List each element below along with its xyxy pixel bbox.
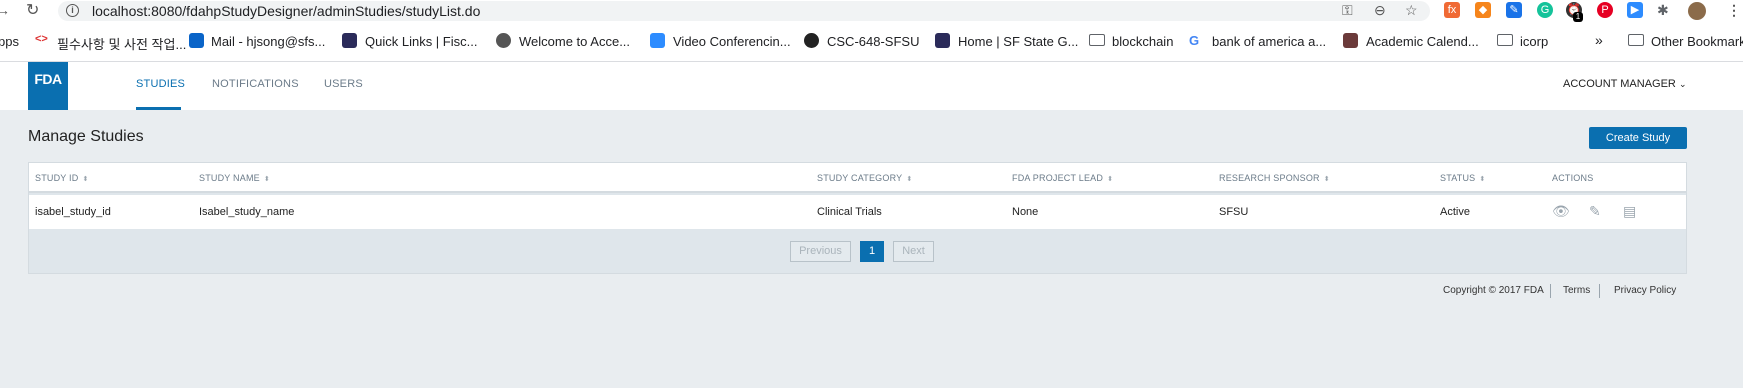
chevron-down-icon: ⌄ — [1678, 79, 1687, 89]
bookmark-folder[interactable]: icorp — [1520, 34, 1548, 49]
column-header-actions: ACTIONS — [1552, 173, 1594, 183]
cell-fda-project-lead: None — [1012, 206, 1039, 218]
bookmark-item[interactable]: Home | SF State G... — [958, 34, 1078, 49]
column-label: STUDY ID — [35, 173, 79, 183]
account-manager-label: ACCOUNT MANAGER — [1563, 78, 1676, 90]
column-header-status[interactable]: STATUS ⬍ — [1440, 173, 1485, 183]
google-icon: G — [1189, 33, 1200, 48]
sfsu-seal-icon — [935, 33, 950, 48]
sfsu-seal-icon — [342, 33, 357, 48]
bookmark-item[interactable]: bank of america a... — [1212, 34, 1326, 49]
url-text: localhost:8080/fdahpStudyDesigner/adminS… — [92, 3, 481, 19]
account-manager-menu[interactable]: ACCOUNT MANAGER ⌄ — [1563, 78, 1686, 90]
zoom-video-icon[interactable]: ▶ — [1627, 2, 1643, 18]
other-bookmarks-folder[interactable]: Other Bookmark — [1651, 34, 1743, 49]
create-study-button[interactable]: Create Study — [1589, 127, 1687, 149]
address-bar[interactable]: i localhost:8080/fdahpStudyDesigner/admi… — [58, 1, 1430, 21]
cell-study-category: Clinical Trials — [817, 206, 882, 218]
edit-pencil-icon[interactable]: ✎ — [1589, 203, 1601, 220]
bookmark-item[interactable]: Academic Calend... — [1366, 34, 1479, 49]
pinterest-icon[interactable]: P — [1597, 2, 1613, 18]
column-label: FDA PROJECT LEAD — [1012, 173, 1104, 183]
column-header-fda-project-lead[interactable]: FDA PROJECT LEAD ⬍ — [1012, 173, 1113, 183]
sort-icon: ⬍ — [906, 176, 913, 183]
nav-tab-notifications[interactable]: NOTIFICATIONS — [212, 78, 299, 90]
pagination-page-1[interactable]: 1 — [860, 241, 884, 262]
column-header-research-sponsor[interactable]: RESEARCH SPONSOR ⬍ — [1219, 173, 1330, 183]
column-header-study-id[interactable]: STUDY ID ⬍ — [35, 173, 89, 183]
bookmark-item[interactable]: 필수사항 및 사전 작업... — [57, 34, 186, 53]
sort-icon: ⬍ — [263, 176, 270, 183]
folder-icon — [1628, 34, 1644, 46]
column-label: STUDY CATEGORY — [817, 173, 903, 183]
bookmarks-overflow-chevron[interactable]: » — [1595, 32, 1603, 48]
bookmark-item[interactable]: Mail - hjsong@sfs... — [211, 34, 325, 49]
calendar-site-icon — [1343, 33, 1358, 48]
bookmark-item[interactable]: CSC-648-SFSU — [827, 34, 919, 49]
pagination-previous-button[interactable]: Previous — [790, 241, 851, 262]
fda-logo[interactable]: FDA — [28, 62, 68, 110]
active-tab-underline — [136, 107, 181, 110]
nav-tab-studies[interactable]: STUDIES — [136, 78, 185, 90]
sort-icon: ⬍ — [1323, 176, 1330, 183]
profile-avatar[interactable] — [1688, 2, 1706, 20]
forward-icon[interactable]: → — [0, 2, 10, 18]
zoom-video-icon — [650, 33, 665, 48]
footer-terms-link[interactable]: Terms — [1563, 285, 1590, 296]
globe-icon — [496, 33, 511, 48]
footer-divider — [1550, 284, 1551, 298]
nav-tab-users[interactable]: USERS — [324, 78, 363, 90]
folder-icon — [1089, 34, 1105, 46]
zoom-icon[interactable]: ⊖ — [1374, 2, 1386, 19]
browser-menu-icon[interactable]: ⋮ — [1727, 2, 1741, 19]
folder-icon — [1497, 34, 1513, 46]
column-header-study-name[interactable]: STUDY NAME ⬍ — [199, 173, 270, 183]
site-info-icon[interactable]: i — [66, 4, 79, 17]
column-label: STUDY NAME — [199, 173, 260, 183]
bookmark-item[interactable]: Video Conferencin... — [673, 34, 791, 49]
cell-study-id: isabel_study_id — [35, 206, 111, 218]
table-header: STUDY ID ⬍ STUDY NAME ⬍ STUDY CATEGORY ⬍ FD… — [29, 163, 1686, 193]
cell-status: Active — [1440, 206, 1470, 218]
extensions-puzzle-icon[interactable]: ✱ — [1657, 2, 1669, 19]
page-title: Manage Studies — [28, 128, 144, 145]
cell-research-sponsor: SFSU — [1219, 206, 1249, 218]
pagination-next-button[interactable]: Next — [893, 241, 934, 262]
studies-table: STUDY ID ⬍ STUDY NAME ⬍ STUDY CATEGORY ⬍ FD… — [28, 162, 1687, 274]
footer-divider — [1599, 284, 1600, 298]
grammarly-icon[interactable]: G — [1537, 2, 1553, 18]
bookmarks-bar: pps <> 필수사항 및 사전 작업... Mail - hjsong@sfs… — [0, 22, 1743, 62]
metamask-icon[interactable]: ◆ — [1475, 2, 1491, 18]
cell-study-name: Isabel_study_name — [199, 206, 295, 218]
sort-icon: ⬍ — [82, 176, 89, 183]
table-row: isabel_study_id Isabel_study_name Clinic… — [29, 195, 1686, 229]
bookmark-folder[interactable]: blockchain — [1112, 34, 1173, 49]
bookmark-item[interactable]: Quick Links | Fisc... — [365, 34, 477, 49]
highlighter-icon[interactable]: ✎ — [1506, 2, 1522, 18]
column-label: RESEARCH SPONSOR — [1219, 173, 1320, 183]
code-icon: <> — [35, 33, 48, 45]
github-icon — [804, 33, 819, 48]
column-header-study-category[interactable]: STUDY CATEGORY ⬍ — [817, 173, 912, 183]
app-header: FDA STUDIES NOTIFICATIONS USERS ACCOUNT … — [0, 62, 1743, 110]
bookmark-item[interactable]: Welcome to Acce... — [519, 34, 630, 49]
sort-icon: ⬍ — [1107, 176, 1114, 183]
footer-privacy-link[interactable]: Privacy Policy — [1614, 285, 1676, 296]
column-label: STATUS — [1440, 173, 1476, 183]
bookmark-apps[interactable]: pps — [0, 34, 19, 49]
star-icon[interactable]: ☆ — [1405, 2, 1418, 19]
extension-badge: 1 — [1573, 12, 1583, 22]
extension-fx-icon[interactable]: fx — [1444, 2, 1460, 18]
key-icon[interactable]: ⚿ — [1342, 2, 1353, 19]
outlook-icon — [189, 33, 204, 48]
reload-icon[interactable]: ↻ — [26, 0, 39, 20]
sort-icon: ⬍ — [1479, 176, 1486, 183]
view-eye-icon[interactable]: 👁 — [1552, 203, 1570, 220]
browser-toolbar: → ↻ i localhost:8080/fdahpStudyDesigner/… — [0, 0, 1743, 22]
copy-study-icon[interactable]: ▤ — [1623, 203, 1636, 220]
footer-copyright: Copyright © 2017 FDA — [1443, 285, 1544, 296]
